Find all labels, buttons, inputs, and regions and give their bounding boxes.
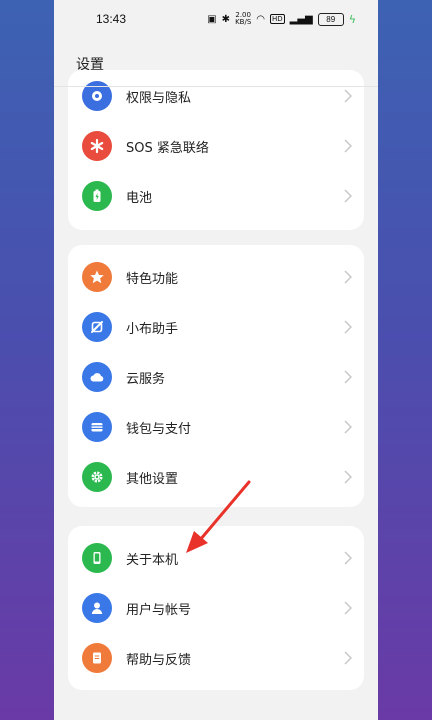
star-icon (82, 262, 112, 292)
settings-item-label: 用户与帐号 (126, 602, 192, 618)
settings-item-label: 其他设置 (126, 471, 179, 487)
battery-indicator: 89 (317, 12, 344, 26)
settings-item-other[interactable]: 其他设置 (68, 452, 364, 502)
status-icons: ▣ ✱ 2.00 KB/S ◠ HD ▂▄▆ 89 ϟ (207, 12, 356, 26)
chevron-right-icon (344, 420, 352, 434)
settings-item-assistant[interactable]: 小布助手 (68, 302, 364, 352)
chevron-right-icon (344, 370, 352, 384)
settings-item-account[interactable]: 用户与帐号 (68, 583, 364, 633)
settings-group-1: 权限与隐私 SOS 紧急联络 电池 (68, 70, 364, 230)
settings-item-wallet[interactable]: 钱包与支付 (68, 402, 364, 452)
chevron-right-icon (344, 89, 352, 103)
chevron-right-icon (344, 189, 352, 203)
net-speed: 2.00 KB/S (235, 11, 252, 26)
status-time: 13:43 (96, 12, 127, 26)
status-bar: 13:43 ▣ ✱ 2.00 KB/S ◠ HD ▂▄▆ 89 ϟ (54, 0, 378, 40)
hd-icon: HD (270, 14, 285, 24)
chevron-right-icon (344, 601, 352, 615)
settings-item-privacy[interactable]: 权限与隐私 (68, 71, 364, 121)
settings-item-label: 电池 (126, 190, 153, 206)
settings-item-label: SOS 紧急联络 (126, 140, 209, 156)
help-icon (82, 643, 112, 673)
settings-item-label: 权限与隐私 (126, 90, 192, 106)
user-icon (82, 593, 112, 623)
settings-item-help[interactable]: 帮助与反馈 (68, 633, 364, 683)
phone-icon (82, 543, 112, 573)
settings-item-sos[interactable]: SOS 紧急联络 (68, 121, 364, 171)
gear-icon (82, 462, 112, 492)
settings-group-2: 特色功能 小布助手 云服务 钱包与支付 其他设置 (68, 245, 364, 507)
settings-item-label: 关于本机 (126, 552, 179, 568)
settings-item-label: 云服务 (126, 371, 166, 387)
settings-item-features[interactable]: 特色功能 (68, 252, 364, 302)
chevron-right-icon (344, 139, 352, 153)
chevron-right-icon (344, 470, 352, 484)
header-divider (54, 86, 378, 87)
nfc-icon: ▣ (207, 13, 217, 25)
settings-item-label: 特色功能 (126, 271, 179, 287)
assistant-icon (82, 312, 112, 342)
wallet-icon (82, 412, 112, 442)
settings-item-label: 小布助手 (126, 321, 179, 337)
chevron-right-icon (344, 651, 352, 665)
settings-item-cloud[interactable]: 云服务 (68, 352, 364, 402)
cloud-icon (82, 362, 112, 392)
wifi-icon: ◠ (256, 13, 265, 25)
settings-item-label: 钱包与支付 (126, 421, 192, 437)
bluetooth-icon: ✱ (221, 13, 231, 25)
settings-item-label: 帮助与反馈 (126, 652, 192, 668)
settings-group-3: 关于本机 用户与帐号 帮助与反馈 (68, 526, 364, 690)
charging-icon: ϟ (348, 12, 356, 26)
sos-icon (82, 131, 112, 161)
signal-icon: ▂▄▆ (289, 13, 313, 25)
battery-icon (82, 181, 112, 211)
phone-screen: 13:43 ▣ ✱ 2.00 KB/S ◠ HD ▂▄▆ 89 ϟ 设置 权限与… (54, 0, 378, 720)
settings-item-battery[interactable]: 电池 (68, 171, 364, 221)
chevron-right-icon (344, 270, 352, 284)
chevron-right-icon (344, 551, 352, 565)
settings-item-about-phone[interactable]: 关于本机 (68, 533, 364, 583)
chevron-right-icon (344, 320, 352, 334)
